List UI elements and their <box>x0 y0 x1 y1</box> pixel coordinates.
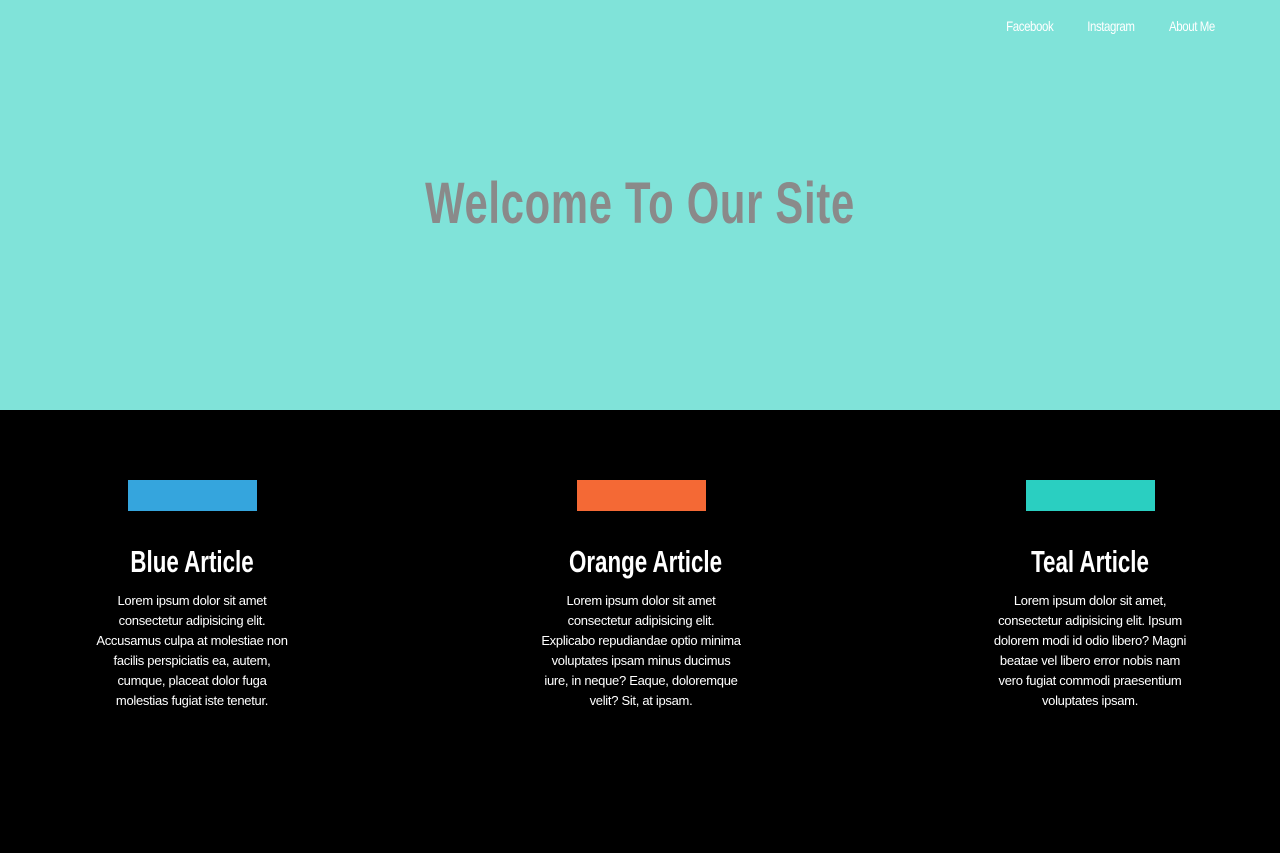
article-title: Orange Article <box>569 544 722 579</box>
nav-link-instagram[interactable]: Instagram <box>1088 18 1136 34</box>
hero-title: Welcome To Our Site <box>425 171 855 236</box>
article-orange: Orange Article Lorem ipsum dolor sit ame… <box>541 480 741 711</box>
blue-color-swatch <box>127 480 257 511</box>
article-body: Lorem ipsum dolor sit amet consectetur a… <box>96 593 288 708</box>
articles-section: Blue Article Lorem ipsum dolor sit amet … <box>0 410 1280 853</box>
top-nav: Facebook Instagram About Me <box>1001 18 1220 34</box>
nav-link-about-me[interactable]: About Me <box>1169 18 1215 34</box>
article-body: Lorem ipsum dolor sit amet consectetur a… <box>541 593 741 708</box>
hero-section: Facebook Instagram About Me Welcome To O… <box>0 0 1280 410</box>
article-title: Blue Article <box>130 544 254 579</box>
article-blue: Blue Article Lorem ipsum dolor sit amet … <box>92 480 292 711</box>
article-body: Lorem ipsum dolor sit amet, consectetur … <box>993 593 1187 708</box>
nav-link-facebook[interactable]: Facebook <box>1006 18 1054 34</box>
article-title: Teal Article <box>1031 544 1149 579</box>
article-teal: Teal Article Lorem ipsum dolor sit amet,… <box>990 480 1190 711</box>
orange-color-swatch <box>576 480 706 511</box>
teal-color-swatch <box>1025 480 1155 511</box>
